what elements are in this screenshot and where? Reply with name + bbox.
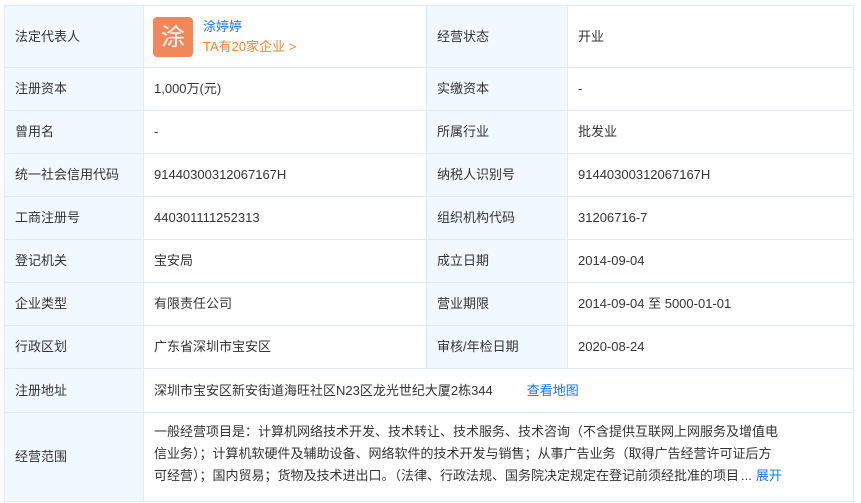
value-company-type: 有限责任公司 xyxy=(144,283,427,325)
label-business-status: 经营状态 xyxy=(427,6,568,67)
row-company-type: 企业类型 有限责任公司 营业期限 2014-09-04 至 5000-01-01 xyxy=(5,283,854,326)
legal-rep-cell: 涂 涂婷婷 TA有20家企业 > xyxy=(144,6,427,67)
row-registered-address: 注册地址 深圳市宝安区新安街道海旺社区N23区龙光世纪大厦2栋344 查看地图 xyxy=(5,369,854,413)
business-scope-line-2: 信业务）；计算机软硬件及辅助设备、网络软件的技术开发与销售；从事广告业务（取得广… xyxy=(154,446,772,461)
row-registration-authority: 登记机关 宝安局 成立日期 2014-09-04 xyxy=(5,240,854,283)
row-former-name: 曾用名 - 所属行业 批发业 xyxy=(5,111,854,154)
business-scope-cell: 一般经营项目是：计算机网络技术开发、技术转让、技术服务、技术咨询（不含提供互联网… xyxy=(144,413,854,501)
row-registered-capital: 注册资本 1,000万(元) 实缴资本 - xyxy=(5,68,854,111)
business-scope-text: 一般经营项目是：计算机网络技术开发、技术转让、技术服务、技术咨询（不含提供互联网… xyxy=(154,421,843,487)
label-industry: 所属行业 xyxy=(427,111,568,153)
value-review-date: 2020-08-24 xyxy=(568,326,854,368)
row-credit-code: 统一社会信用代码 91440300312067167H 纳税人识别号 91440… xyxy=(5,154,854,197)
row-legal-rep: 法定代表人 涂 涂婷婷 TA有20家企业 > 经营状态 开业 xyxy=(5,6,854,68)
value-paid-capital: - xyxy=(568,68,854,110)
value-registered-address: 深圳市宝安区新安街道海旺社区N23区龙光世纪大厦2栋344 xyxy=(154,382,493,398)
row-admin-region: 行政区划 广东省深圳市宝安区 审核/年检日期 2020-08-24 xyxy=(5,326,854,369)
label-business-term: 营业期限 xyxy=(427,283,568,325)
value-founded-date: 2014-09-04 xyxy=(568,240,854,282)
legal-rep: 涂 涂婷婷 TA有20家企业 > xyxy=(153,16,296,57)
related-companies-link[interactable]: TA有20家企业 > xyxy=(203,37,296,57)
label-credit-code: 统一社会信用代码 xyxy=(5,154,144,196)
value-admin-region: 广东省深圳市宝安区 xyxy=(144,326,427,368)
business-scope-line-1: 一般经营项目是：计算机网络技术开发、技术转让、技术服务、技术咨询（不含提供互联网… xyxy=(154,424,779,439)
label-admin-region: 行政区划 xyxy=(5,326,144,368)
registered-address-cell: 深圳市宝安区新安街道海旺社区N23区龙光世纪大厦2栋344 查看地图 xyxy=(144,369,854,412)
value-former-name: - xyxy=(144,111,427,153)
value-registration-authority: 宝安局 xyxy=(144,240,427,282)
label-registered-capital: 注册资本 xyxy=(5,68,144,110)
legal-rep-name-link[interactable]: 涂婷婷 xyxy=(203,17,296,37)
legal-rep-text: 涂婷婷 TA有20家企业 > xyxy=(203,17,296,57)
avatar[interactable]: 涂 xyxy=(153,16,193,57)
label-paid-capital: 实缴资本 xyxy=(427,68,568,110)
label-review-date: 审核/年检日期 xyxy=(427,326,568,368)
row-business-scope: 经营范围 一般经营项目是：计算机网络技术开发、技术转让、技术服务、技术咨询（不含… xyxy=(5,413,854,502)
value-org-code: 31206716-7 xyxy=(568,197,854,239)
view-map-link[interactable]: 查看地图 xyxy=(527,381,579,401)
company-info-table: 法定代表人 涂 涂婷婷 TA有20家企业 > 经营状态 开业 注册资本 1,00… xyxy=(4,5,854,502)
label-company-type: 企业类型 xyxy=(5,283,144,325)
business-scope-line-3-wrap: 可经营）；国内贸易；货物及技术进出口。（法律、行政法规、国务院决定规定在登记前须… xyxy=(154,465,843,487)
ellipsis: ... xyxy=(741,468,752,483)
label-registered-address: 注册地址 xyxy=(5,369,144,412)
label-legal-rep: 法定代表人 xyxy=(5,6,144,67)
value-business-status: 开业 xyxy=(568,6,854,67)
label-business-scope: 经营范围 xyxy=(5,413,144,501)
business-scope-line-3: 可经营）；国内贸易；货物及技术进出口。（法律、行政法规、国务院决定规定在登记前须… xyxy=(154,468,740,483)
label-taxpayer-id: 纳税人识别号 xyxy=(427,154,568,196)
value-registered-capital: 1,000万(元) xyxy=(144,68,427,110)
value-registration-number: 440301111252313 xyxy=(144,197,427,239)
row-registration-number: 工商注册号 440301111252313 组织机构代码 31206716-7 xyxy=(5,197,854,240)
label-founded-date: 成立日期 xyxy=(427,240,568,282)
expand-link[interactable]: 展开 xyxy=(756,465,782,487)
value-taxpayer-id: 91440300312067167H xyxy=(568,154,854,196)
value-industry: 批发业 xyxy=(568,111,854,153)
label-registration-authority: 登记机关 xyxy=(5,240,144,282)
value-business-term: 2014-09-04 至 5000-01-01 xyxy=(568,283,854,325)
label-former-name: 曾用名 xyxy=(5,111,144,153)
label-org-code: 组织机构代码 xyxy=(427,197,568,239)
label-registration-number: 工商注册号 xyxy=(5,197,144,239)
value-credit-code: 91440300312067167H xyxy=(144,154,427,196)
